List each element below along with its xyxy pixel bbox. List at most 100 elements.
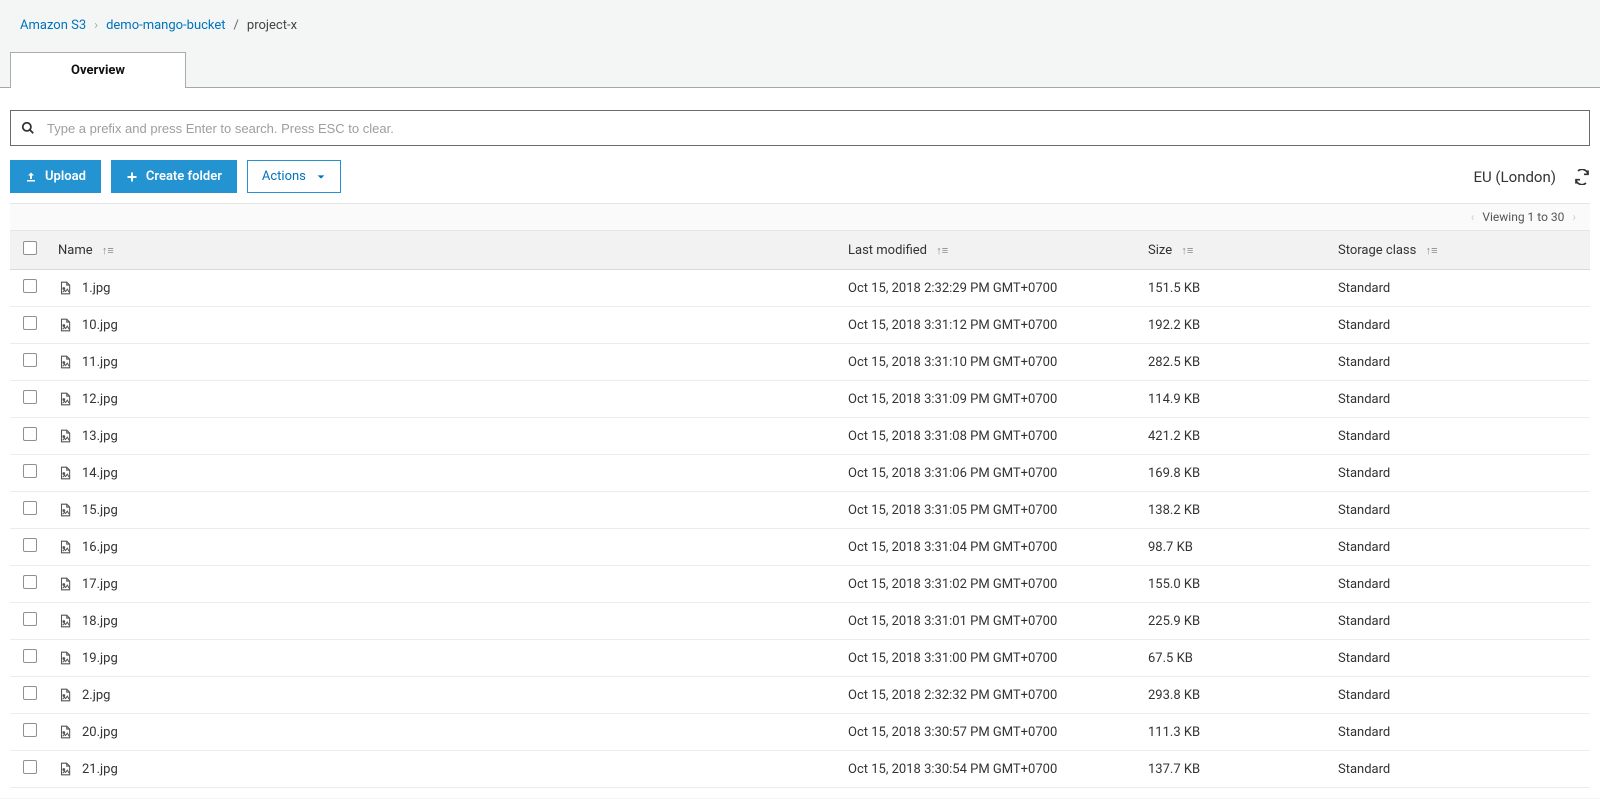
actions-dropdown[interactable]: Actions	[247, 160, 341, 193]
image-file-icon	[58, 466, 72, 480]
cell-name[interactable]: 15.jpg	[50, 492, 840, 529]
row-checkbox-cell[interactable]	[10, 492, 50, 529]
checkbox-icon[interactable]	[23, 723, 37, 737]
table-row[interactable]: 13.jpg Oct 15, 2018 3:31:08 PM GMT+070042…	[10, 418, 1590, 455]
checkbox-icon[interactable]	[23, 464, 37, 478]
table-row[interactable]: 20.jpgOct 15, 2018 3:30:57 PM GMT+070011…	[10, 714, 1590, 751]
cell-name[interactable]: 10.jpg	[50, 307, 840, 344]
column-header-storage-class[interactable]: Storage class ↑≡	[1330, 231, 1590, 270]
refresh-button[interactable]	[1574, 169, 1590, 185]
upload-button[interactable]: Upload	[10, 160, 101, 193]
checkbox-icon[interactable]	[23, 279, 37, 293]
table-row[interactable]: 1.jpgOct 15, 2018 2:32:29 PM GMT+0700151…	[10, 270, 1590, 307]
column-header-size[interactable]: Size ↑≡	[1140, 231, 1330, 270]
search-input[interactable]	[47, 121, 1579, 136]
tabs: Overview	[0, 51, 1600, 88]
row-checkbox-cell[interactable]	[10, 270, 50, 307]
row-checkbox-cell[interactable]	[10, 455, 50, 492]
row-checkbox-cell[interactable]	[10, 603, 50, 640]
checkbox-icon[interactable]	[23, 686, 37, 700]
objects-table: Name ↑≡ Last modified ↑≡ Size ↑≡ Storage…	[10, 231, 1590, 788]
table-row[interactable]: 12.jpgOct 15, 2018 3:31:09 PM GMT+070011…	[10, 381, 1590, 418]
checkbox-icon[interactable]	[23, 538, 37, 552]
cell-size: 192.2 KB	[1140, 307, 1330, 344]
row-checkbox-cell[interactable]	[10, 677, 50, 714]
cell-name[interactable]: 13.jpg	[50, 418, 840, 455]
plus-icon	[126, 171, 138, 183]
breadcrumb: Amazon S3 › demo-mango-bucket / project-…	[0, 14, 1600, 51]
checkbox-icon[interactable]	[23, 316, 37, 330]
checkbox-icon[interactable]	[23, 353, 37, 367]
page-prev-icon[interactable]: ‹	[1467, 210, 1479, 224]
cell-storage-class: Standard	[1330, 381, 1590, 418]
checkbox-icon[interactable]	[23, 760, 37, 774]
cell-name[interactable]: 14.jpg	[50, 455, 840, 492]
row-checkbox-cell[interactable]	[10, 751, 50, 788]
search-box[interactable]	[10, 110, 1590, 146]
cell-name[interactable]: 11.jpg	[50, 344, 840, 381]
row-checkbox-cell[interactable]	[10, 566, 50, 603]
header-area: Amazon S3 › demo-mango-bucket / project-…	[0, 0, 1600, 88]
checkbox-icon[interactable]	[23, 427, 37, 441]
page-next-icon[interactable]: ›	[1568, 210, 1580, 224]
cell-storage-class: Standard	[1330, 529, 1590, 566]
row-checkbox-cell[interactable]	[10, 714, 50, 751]
row-checkbox-cell[interactable]	[10, 381, 50, 418]
table-row[interactable]: 2.jpgOct 15, 2018 2:32:32 PM GMT+0700293…	[10, 677, 1590, 714]
cell-last-modified: Oct 15, 2018 3:31:06 PM GMT+0700	[840, 455, 1140, 492]
upload-icon	[25, 171, 37, 183]
table-row[interactable]: 21.jpgOct 15, 2018 3:30:54 PM GMT+070013…	[10, 751, 1590, 788]
row-checkbox-cell[interactable]	[10, 418, 50, 455]
row-checkbox-cell[interactable]	[10, 344, 50, 381]
column-header-name[interactable]: Name ↑≡	[50, 231, 840, 270]
image-file-icon	[58, 392, 72, 406]
column-header-size-label: Size	[1148, 243, 1172, 258]
cell-last-modified: Oct 15, 2018 3:31:08 PM GMT+0700	[840, 418, 1140, 455]
cell-name[interactable]: 12.jpg	[50, 381, 840, 418]
image-file-icon	[58, 577, 72, 591]
table-row[interactable]: 15.jpgOct 15, 2018 3:31:05 PM GMT+070013…	[10, 492, 1590, 529]
actions-dropdown-label: Actions	[262, 169, 306, 184]
breadcrumb-root-link[interactable]: Amazon S3	[20, 18, 86, 33]
column-header-last-modified[interactable]: Last modified ↑≡	[840, 231, 1140, 270]
breadcrumb-bucket-link[interactable]: demo-mango-bucket	[106, 18, 225, 33]
cell-name[interactable]: 1.jpg	[50, 270, 840, 307]
row-checkbox-cell[interactable]	[10, 640, 50, 677]
checkbox-icon[interactable]	[23, 241, 37, 255]
cell-size: 421.2 KB	[1140, 418, 1330, 455]
create-folder-button[interactable]: Create folder	[111, 160, 237, 193]
row-checkbox-cell[interactable]	[10, 307, 50, 344]
checkbox-icon[interactable]	[23, 612, 37, 626]
checkbox-icon[interactable]	[23, 501, 37, 515]
header-select-all[interactable]	[10, 231, 50, 270]
breadcrumb-folder-current: project-x	[247, 18, 297, 33]
cell-last-modified: Oct 15, 2018 3:31:10 PM GMT+0700	[840, 344, 1140, 381]
cell-storage-class: Standard	[1330, 640, 1590, 677]
table-row[interactable]: 18.jpgOct 15, 2018 3:31:01 PM GMT+070022…	[10, 603, 1590, 640]
cell-name[interactable]: 20.jpg	[50, 714, 840, 751]
region-label: EU (London)	[1473, 168, 1556, 186]
table-row[interactable]: 17.jpgOct 15, 2018 3:31:02 PM GMT+070015…	[10, 566, 1590, 603]
cell-name[interactable]: 16.jpg	[50, 529, 840, 566]
chevron-right-icon: ›	[94, 18, 98, 33]
search-icon	[21, 121, 35, 135]
cell-name[interactable]: 18.jpg	[50, 603, 840, 640]
file-name-label: 13.jpg	[82, 429, 118, 444]
cell-name[interactable]: 17.jpg	[50, 566, 840, 603]
image-file-icon	[58, 540, 72, 554]
cell-name[interactable]: 2.jpg	[50, 677, 840, 714]
checkbox-icon[interactable]	[23, 575, 37, 589]
cell-name[interactable]: 21.jpg	[50, 751, 840, 788]
table-row[interactable]: 11.jpgOct 15, 2018 3:31:10 PM GMT+070028…	[10, 344, 1590, 381]
cell-name[interactable]: 19.jpg	[50, 640, 840, 677]
tab-overview[interactable]: Overview	[10, 52, 186, 88]
cell-storage-class: Standard	[1330, 566, 1590, 603]
table-row[interactable]: 16.jpgOct 15, 2018 3:31:04 PM GMT+070098…	[10, 529, 1590, 566]
table-row[interactable]: 10.jpgOct 15, 2018 3:31:12 PM GMT+070019…	[10, 307, 1590, 344]
table-row[interactable]: 14.jpgOct 15, 2018 3:31:06 PM GMT+070016…	[10, 455, 1590, 492]
checkbox-icon[interactable]	[23, 390, 37, 404]
checkbox-icon[interactable]	[23, 649, 37, 663]
row-checkbox-cell[interactable]	[10, 529, 50, 566]
table-row[interactable]: 19.jpgOct 15, 2018 3:31:00 PM GMT+070067…	[10, 640, 1590, 677]
cell-storage-class: Standard	[1330, 677, 1590, 714]
